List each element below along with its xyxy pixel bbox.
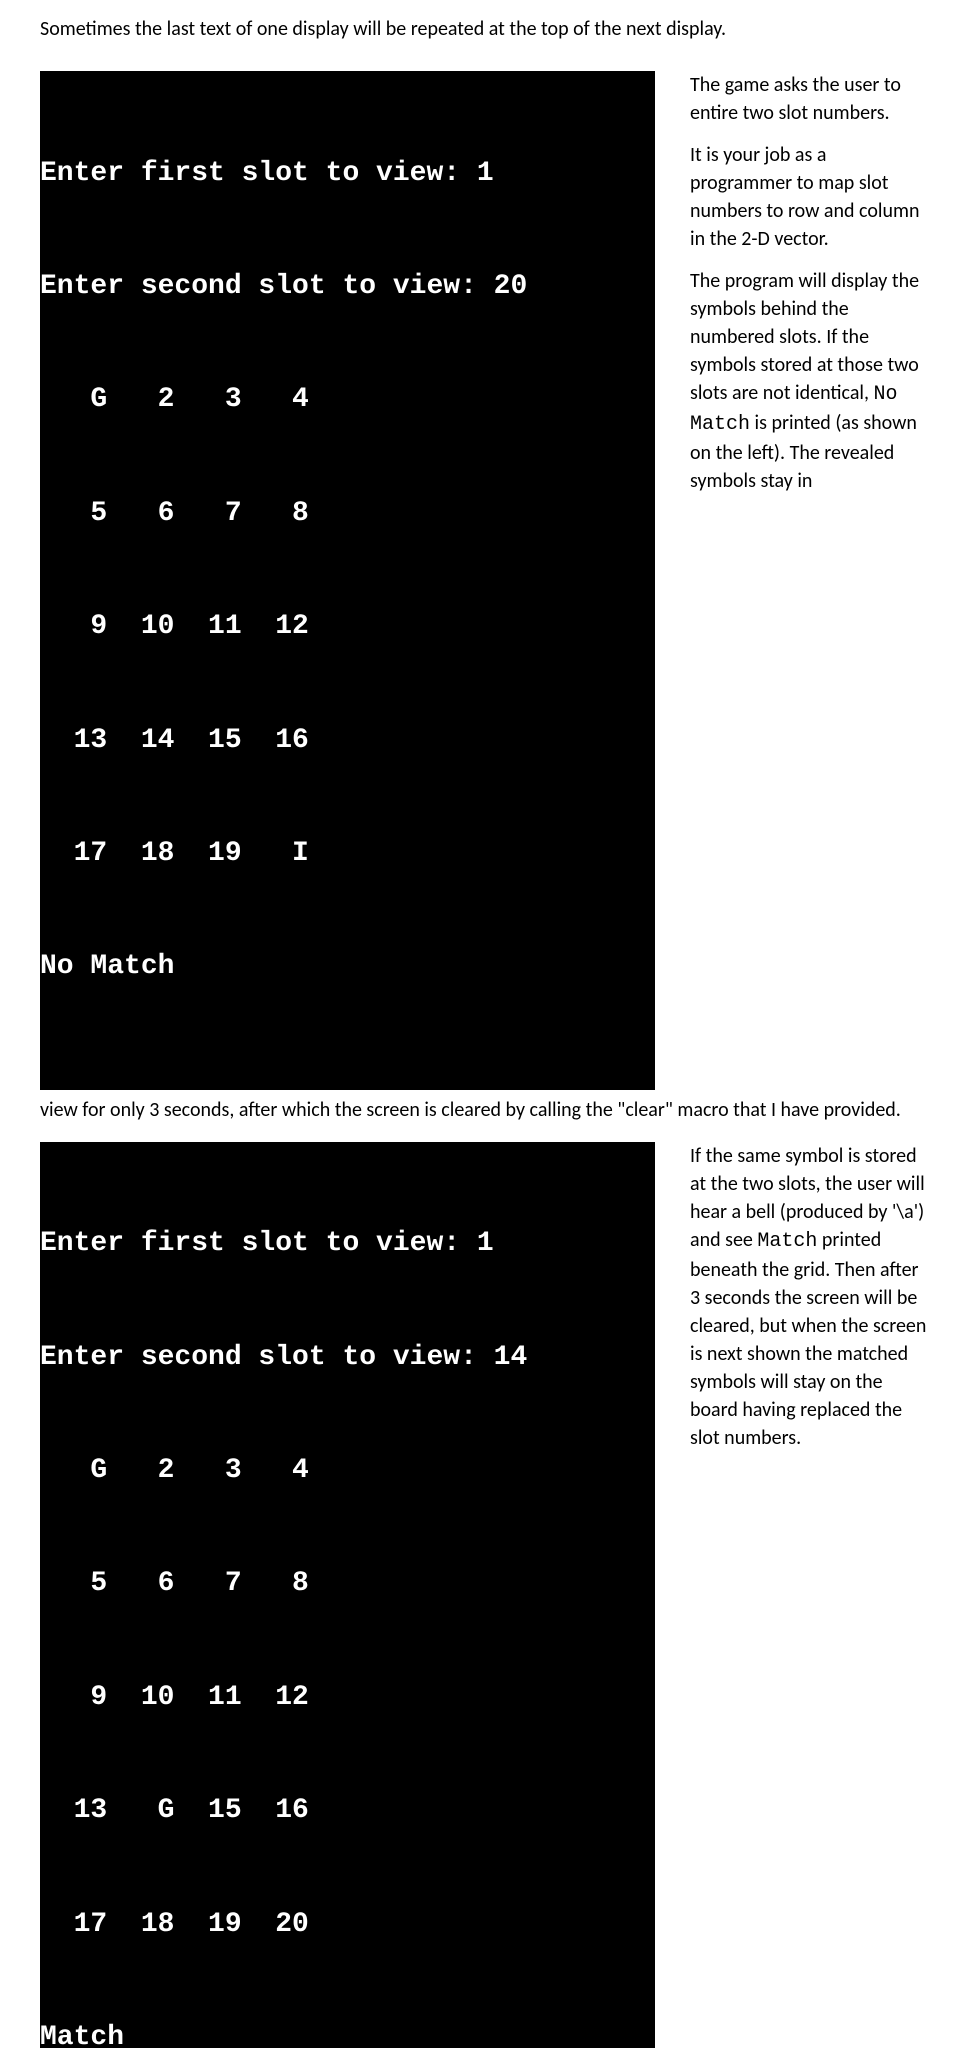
- grid-row: 13 14 15 16: [40, 722, 655, 760]
- example-block-1: Enter first slot to view: 1 Enter second…: [40, 71, 931, 1124]
- match-status: No Match: [40, 948, 655, 986]
- example-block-2: Enter first slot to view: 1 Enter second…: [40, 1142, 931, 2048]
- grid-row: G 2 3 4: [40, 381, 655, 419]
- text-fragment: printed beneath the grid. Then after 3 s…: [690, 1228, 926, 1450]
- explanation-2: If the same symbol is stored at the two …: [690, 1142, 931, 1466]
- match-status: Match: [40, 2019, 655, 2048]
- prompt-first-slot: Enter first slot to view: 1: [40, 155, 655, 193]
- explanation-paragraph: The program will display the symbols beh…: [690, 267, 931, 495]
- explanation-paragraph: If the same symbol is stored at the two …: [690, 1142, 931, 1452]
- terminal-output-2: Enter first slot to view: 1 Enter second…: [40, 1142, 655, 2048]
- explanation-paragraph: It is your job as a programmer to map sl…: [690, 141, 931, 253]
- prompt-second-slot: Enter second slot to view: 20: [40, 268, 655, 306]
- grid-row: 17 18 19 20: [40, 1906, 655, 1944]
- grid-row: 17 18 19 I: [40, 835, 655, 873]
- grid-row: 9 10 11 12: [40, 608, 655, 646]
- intro-text: Sometimes the last text of one display w…: [40, 15, 931, 43]
- prompt-first-slot: Enter first slot to view: 1: [40, 1225, 655, 1263]
- explanation-paragraph: The game asks the user to entire two slo…: [690, 71, 931, 127]
- grid-row: 9 10 11 12: [40, 1679, 655, 1717]
- prompt-second-slot: Enter second slot to view: 14: [40, 1339, 655, 1377]
- grid-row: 13 G 15 16: [40, 1792, 655, 1830]
- inline-code: Match: [757, 1230, 817, 1253]
- grid-row: 5 6 7 8: [40, 1565, 655, 1603]
- terminal-output-1: Enter first slot to view: 1 Enter second…: [40, 71, 655, 1090]
- explanation-continuation: view for only 3 seconds, after which the…: [40, 1096, 931, 1124]
- grid-row: G 2 3 4: [40, 1452, 655, 1490]
- explanation-1: The game asks the user to entire two slo…: [690, 71, 931, 509]
- grid-row: 5 6 7 8: [40, 495, 655, 533]
